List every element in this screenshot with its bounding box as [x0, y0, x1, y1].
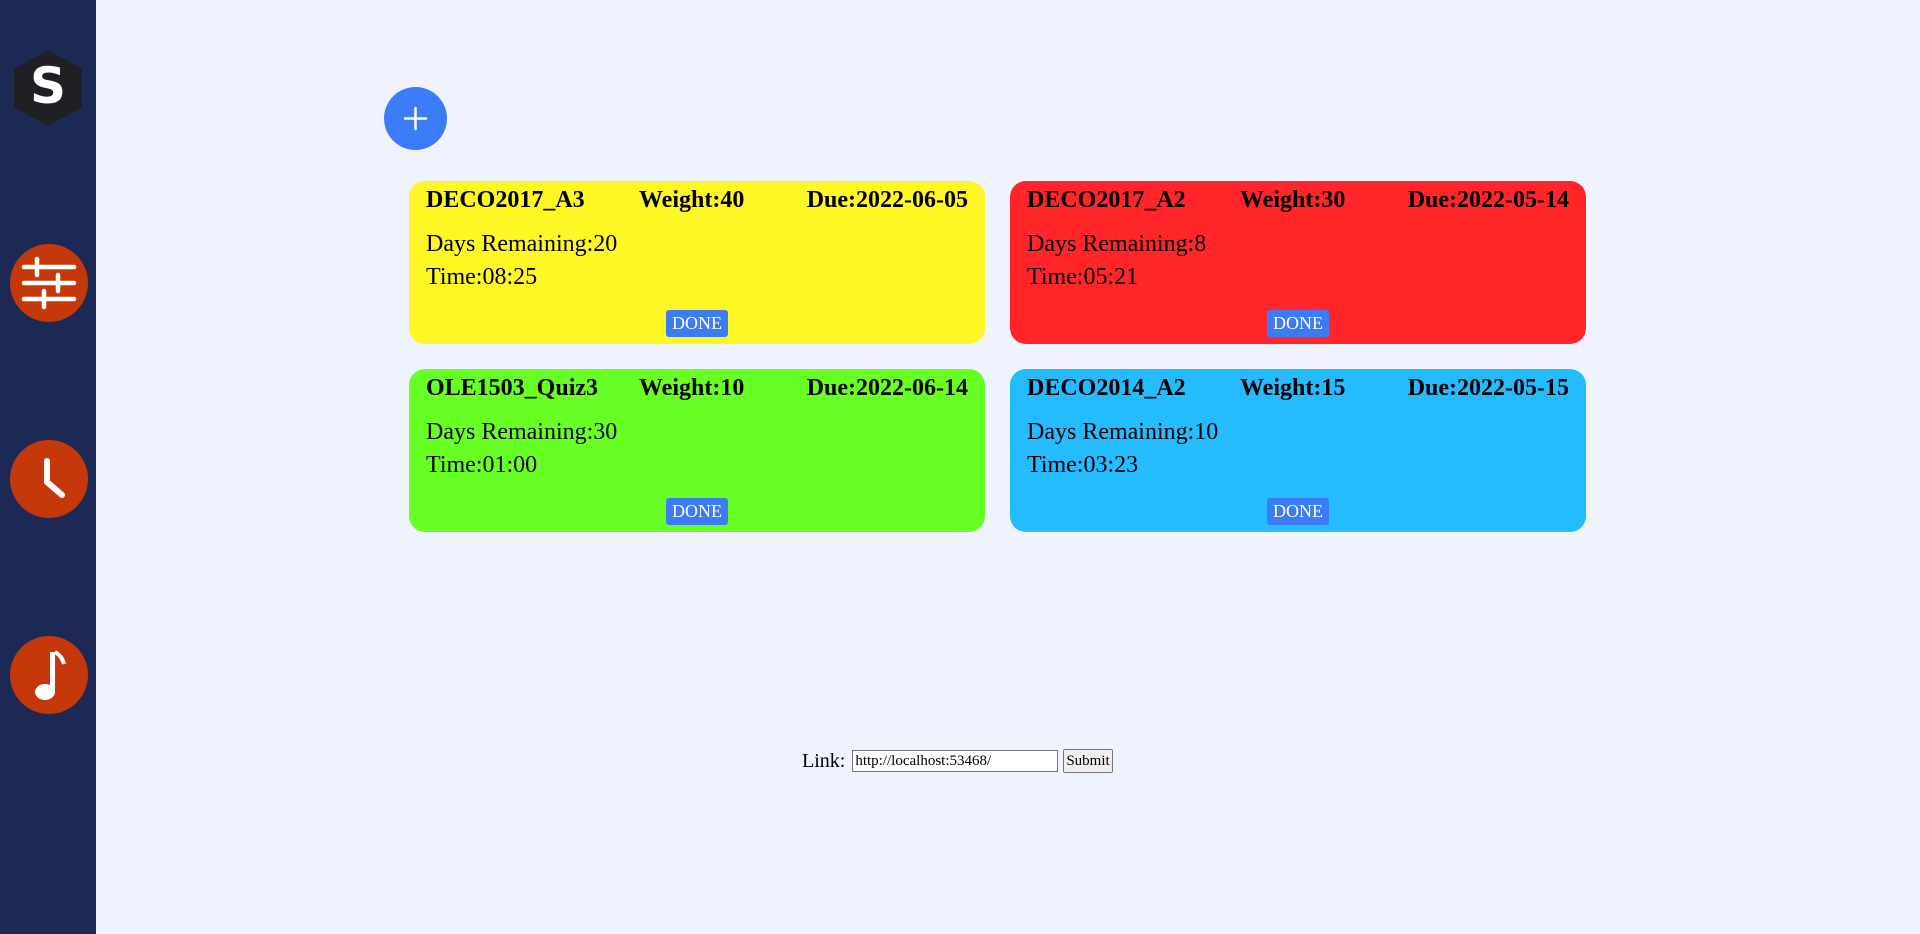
task-weight: Weight:30: [1240, 187, 1346, 213]
link-form: Link: Submit: [802, 747, 1113, 774]
done-button[interactable]: DONE: [666, 310, 728, 337]
card-header: DECO2014_A2 Weight:15 Due:2022-05-15: [1027, 373, 1569, 403]
task-due-date: Due:2022-05-15: [1407, 375, 1569, 401]
add-task-button[interactable]: [384, 87, 447, 150]
task-weight: Weight:10: [639, 375, 745, 401]
days-remaining: Days Remaining:30: [426, 419, 618, 445]
link-label: Link:: [802, 750, 846, 773]
days-remaining: Days Remaining:10: [1027, 419, 1219, 445]
task-name: DECO2017_A2: [1027, 187, 1186, 213]
submit-button[interactable]: Submit: [1063, 749, 1113, 774]
task-weight: Weight:40: [639, 187, 745, 213]
time-value: Time:01:00: [426, 452, 538, 478]
card-header: DECO2017_A2 Weight:30 Due:2022-05-14: [1027, 185, 1569, 215]
music-note-icon: [35, 650, 66, 700]
plus-icon: [403, 106, 428, 131]
done-button[interactable]: DONE: [1267, 310, 1329, 337]
days-remaining: Days Remaining:20: [426, 231, 618, 257]
task-card: OLE1503_Quiz3 Weight:10 Due:2022-06-14 D…: [409, 369, 985, 532]
card-header: DECO2017_A3 Weight:40 Due:2022-06-05: [426, 185, 968, 215]
clock-icon: [44, 458, 65, 498]
task-card: DECO2014_A2 Weight:15 Due:2022-05-15 Day…: [1010, 369, 1586, 532]
task-card: DECO2017_A2 Weight:30 Due:2022-05-14 Day…: [1010, 181, 1586, 344]
sliders-icon: [21, 256, 77, 310]
music-nav-button[interactable]: [10, 636, 88, 714]
card-body: Days Remaining:30 Time:01:00: [426, 416, 617, 482]
task-card: DECO2017_A3 Weight:40 Due:2022-06-05 Day…: [409, 181, 985, 344]
time-value: Time:03:23: [1027, 452, 1139, 478]
task-due-date: Due:2022-05-14: [1407, 187, 1569, 213]
logo: S: [11, 48, 85, 128]
clock-nav-button[interactable]: [10, 440, 88, 518]
days-remaining: Days Remaining:8: [1027, 231, 1207, 257]
time-value: Time:08:25: [426, 264, 538, 290]
done-button[interactable]: DONE: [1267, 498, 1329, 525]
time-value: Time:05:21: [1027, 264, 1139, 290]
task-name: DECO2017_A3: [426, 187, 585, 213]
settings-nav-button[interactable]: [10, 244, 88, 322]
task-name: OLE1503_Quiz3: [426, 375, 599, 401]
hexagon-logo-icon: S: [14, 50, 82, 126]
link-input[interactable]: [852, 750, 1059, 773]
logo-letter: S: [30, 57, 66, 115]
task-due-date: Due:2022-06-05: [806, 187, 968, 213]
task-name: DECO2014_A2: [1027, 375, 1186, 401]
sidebar: S: [0, 0, 96, 934]
card-body: Days Remaining:10 Time:03:23: [1027, 416, 1218, 482]
done-button[interactable]: DONE: [666, 498, 728, 525]
card-header: OLE1503_Quiz3 Weight:10 Due:2022-06-14: [426, 373, 968, 403]
task-weight: Weight:15: [1240, 375, 1346, 401]
card-body: Days Remaining:20 Time:08:25: [426, 228, 617, 294]
task-due-date: Due:2022-06-14: [806, 375, 968, 401]
card-body: Days Remaining:8 Time:05:21: [1027, 228, 1206, 294]
